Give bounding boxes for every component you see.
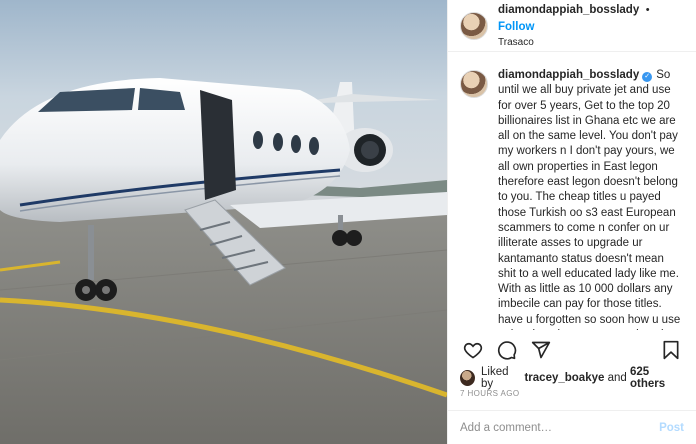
comment-input[interactable] [460,421,660,434]
liked-by-user[interactable]: tracey_boakye [524,372,604,384]
post-header: diamondappiah_bosslady • Follow Trasaco [448,0,696,52]
post-image[interactable] [0,0,447,444]
private-jet-photo [0,0,447,444]
caption-author-avatar[interactable] [460,70,488,98]
comment-icon[interactable] [494,337,520,363]
post-location[interactable]: Trasaco [498,35,684,50]
verified-badge-icon: ✓ [642,72,653,82]
post-timestamp[interactable]: 7 HOURS AGO [460,389,520,398]
heart-icon[interactable] [460,337,486,363]
post-actions [460,336,684,364]
liker-avatar[interactable] [460,370,476,386]
post-caption-area[interactable]: diamondappiah_bosslady ✓ So until we all b… [448,52,696,330]
post-caption: diamondappiah_bosslady ✓ So until we all b… [498,68,684,330]
post-comment-button[interactable]: Post [659,422,684,434]
author-username[interactable]: diamondappiah_bosslady [498,4,639,16]
liked-by-joiner: and [607,372,627,384]
caption-text: So until we all buy private jet and use … [498,69,681,330]
share-icon[interactable] [528,337,554,363]
comment-bar: Post [448,410,696,444]
bookmark-icon[interactable] [658,337,684,363]
caption-row: diamondappiah_bosslady ✓ So until we all b… [460,68,684,330]
follow-button[interactable]: Follow [498,21,534,33]
caption-username[interactable]: diamondappiah_bosslady [498,69,639,81]
liked-by-prefix: Liked by [481,366,509,390]
post-header-text: diamondappiah_bosslady • Follow Trasaco [498,1,684,50]
likes-summary: Liked by tracey_boakye and 625 others [460,366,684,390]
author-avatar[interactable] [460,11,488,40]
separator-dot: • [645,4,650,16]
likes-count[interactable]: 625 others [630,366,684,390]
post-details-panel: diamondappiah_bosslady • Follow Trasaco … [447,0,696,444]
